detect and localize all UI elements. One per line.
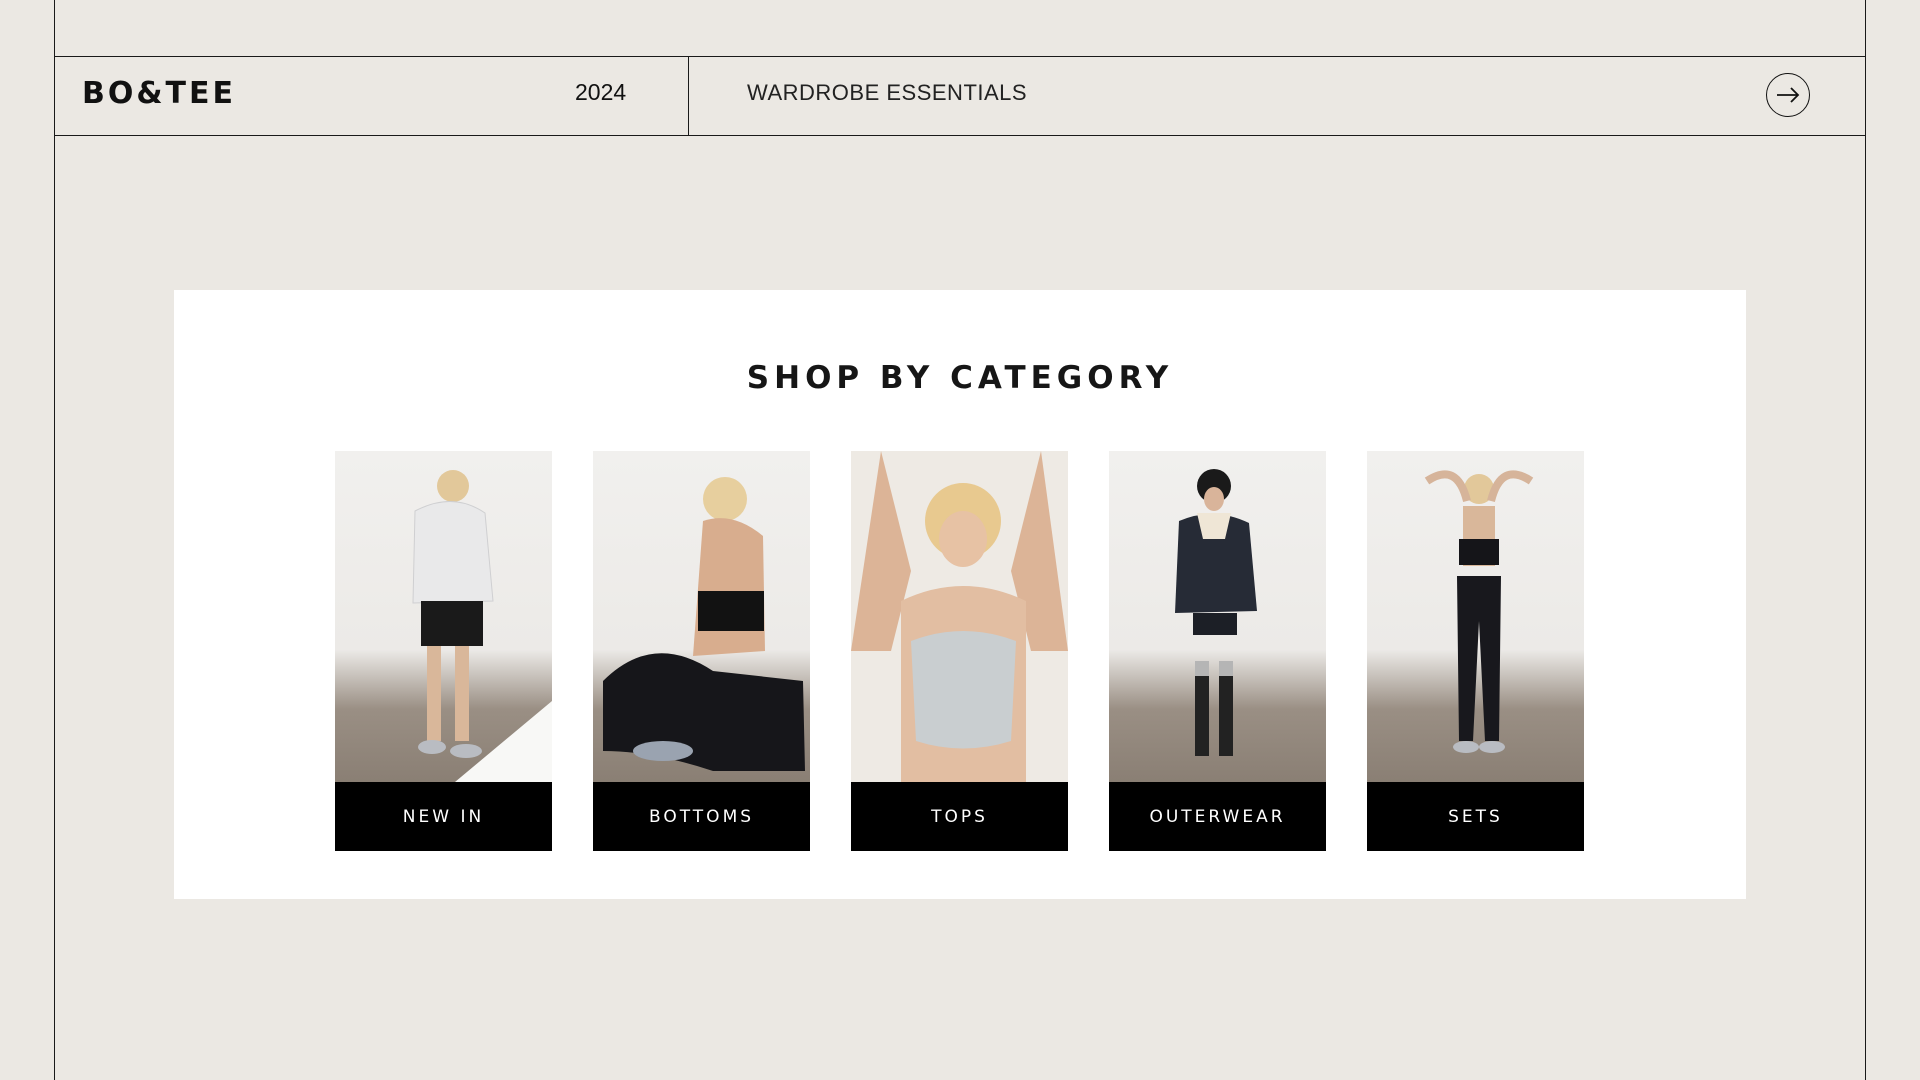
model-black-set-photo <box>1367 451 1584 782</box>
category-label: NEW IN <box>335 782 552 851</box>
category-card-tops[interactable]: TOPS <box>851 451 1068 851</box>
model-white-hoodie-photo <box>335 451 552 782</box>
frame-left-rule <box>54 0 55 1080</box>
frame-right-rule <box>1865 0 1866 1080</box>
header-divider <box>688 56 689 136</box>
category-label: TOPS <box>851 782 1068 851</box>
model-seated-leggings-photo <box>593 451 810 782</box>
section-title: WARDROBE ESSENTIALS <box>747 80 1028 105</box>
category-card-bottoms[interactable]: BOTTOMS <box>593 451 810 851</box>
shop-by-category-panel: SHOP BY CATEGORY NEW IN BOTTOMS TOPS OUT… <box>174 290 1746 899</box>
category-label: OUTERWEAR <box>1109 782 1326 851</box>
model-grey-sports-bra-photo <box>851 451 1068 782</box>
category-card-sets[interactable]: SETS <box>1367 451 1584 851</box>
header-bottom-rule <box>54 135 1866 136</box>
year-label: 2024 <box>575 79 627 105</box>
panel-title: SHOP BY CATEGORY <box>746 360 1174 396</box>
next-button[interactable] <box>1766 73 1810 117</box>
category-label: SETS <box>1367 782 1584 851</box>
header-top-rule <box>54 56 1866 57</box>
arrow-right-icon <box>1777 87 1800 103</box>
brand-logo: BO&TEE <box>82 76 236 111</box>
category-card-outerwear[interactable]: OUTERWEAR <box>1109 451 1326 851</box>
model-puffer-jacket-photo <box>1109 451 1326 782</box>
category-label: BOTTOMS <box>593 782 810 851</box>
category-card-new-in[interactable]: NEW IN <box>335 451 552 851</box>
